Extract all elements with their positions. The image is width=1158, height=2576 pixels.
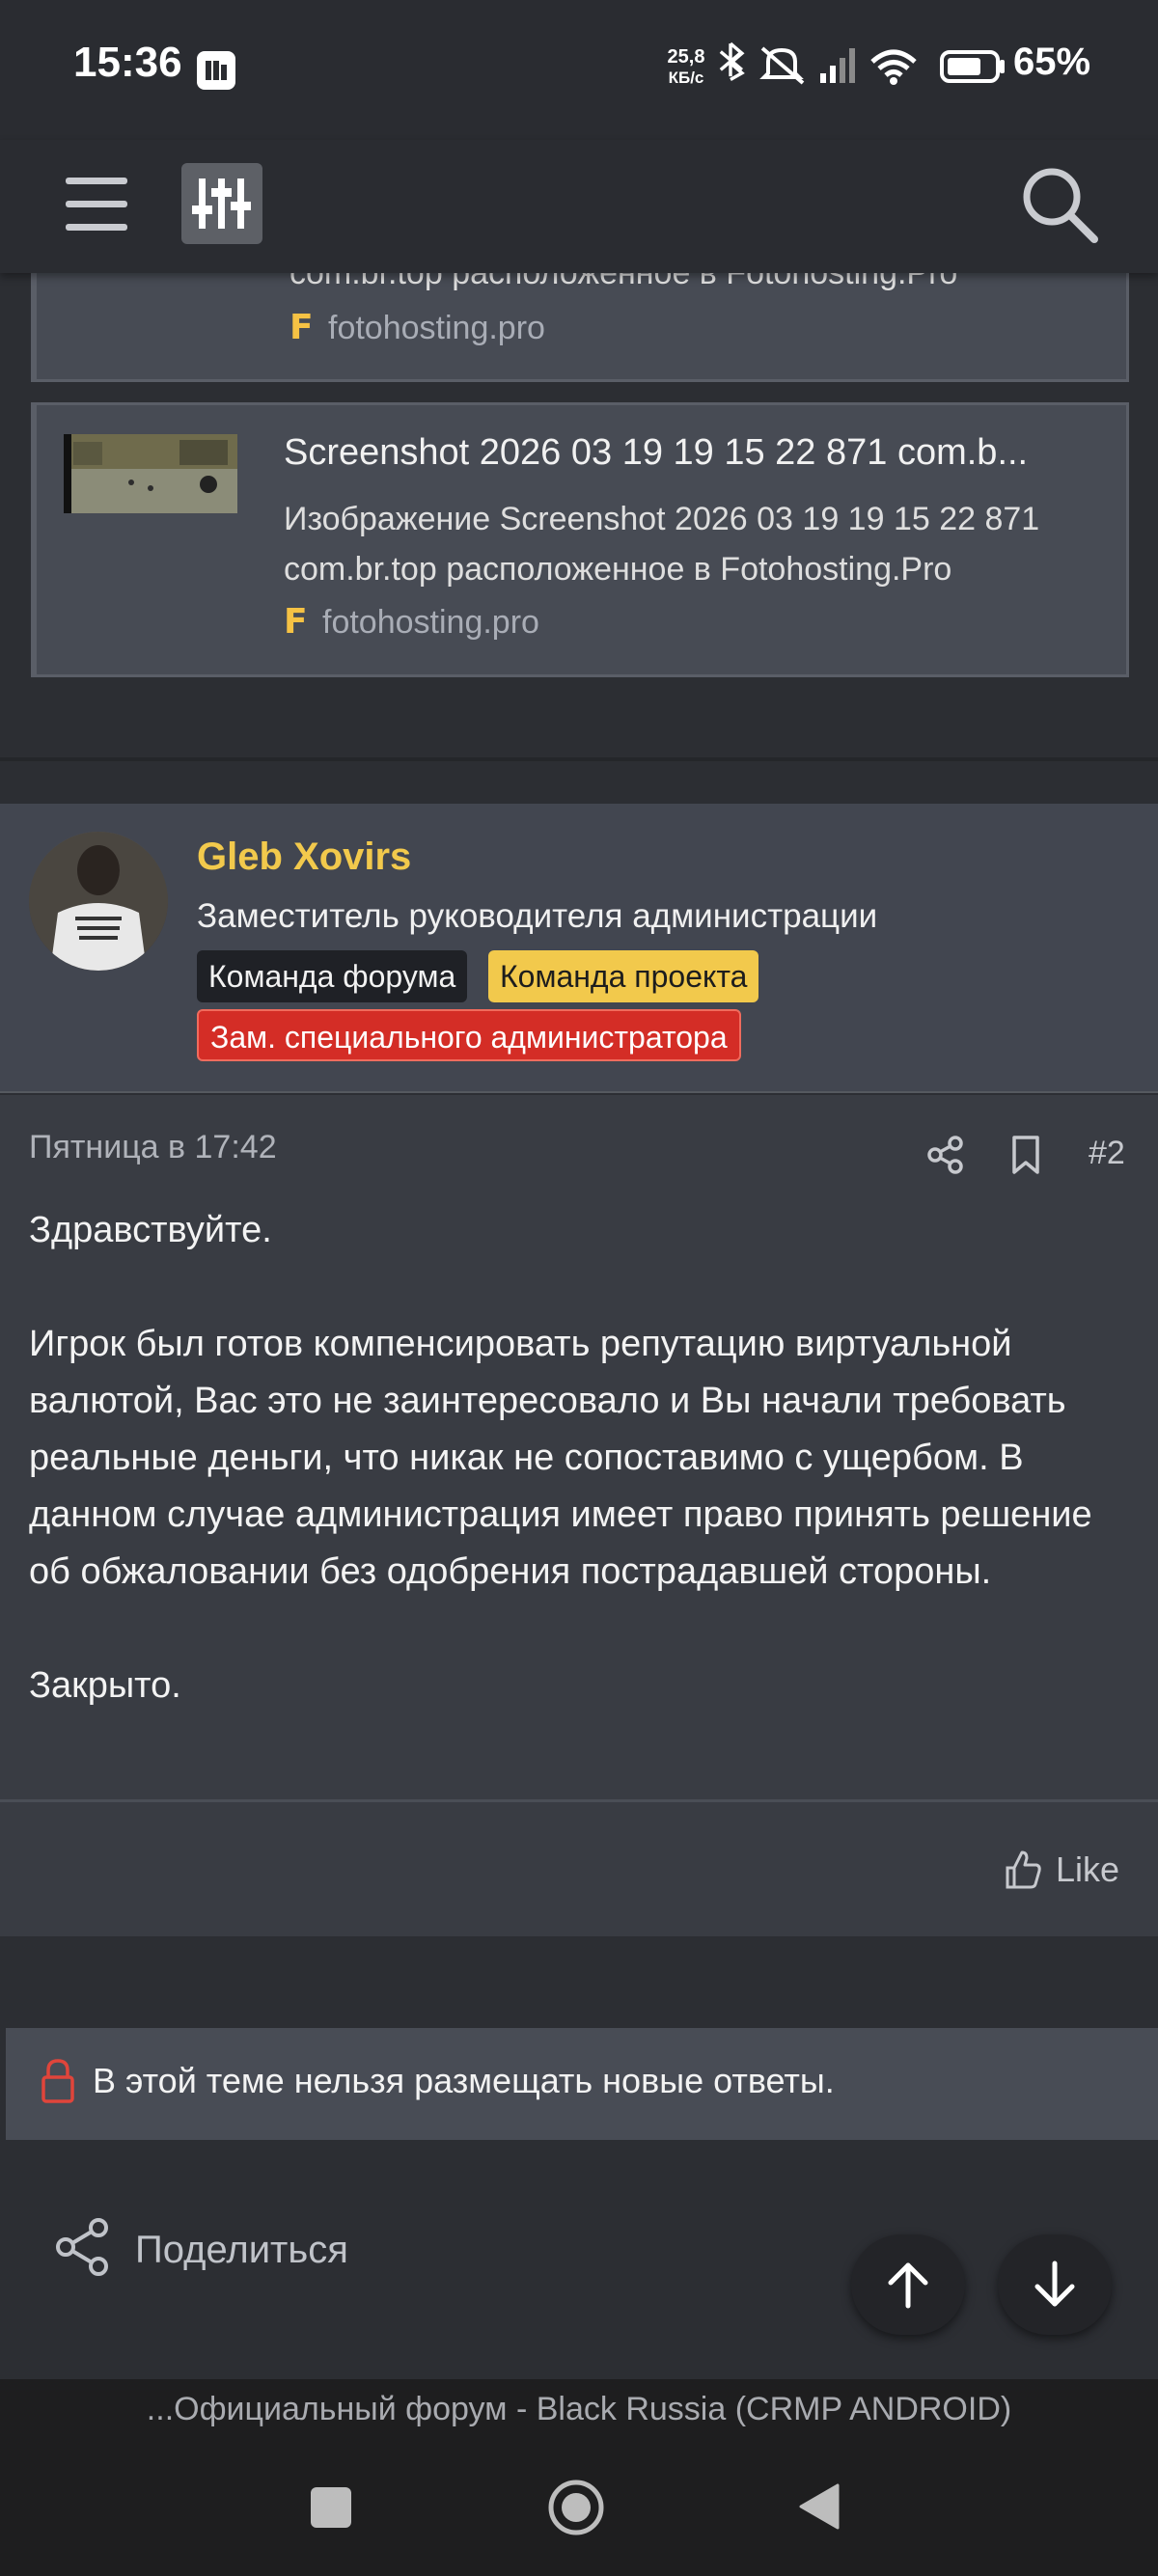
user-badge: Команда форума <box>197 950 468 1002</box>
lock-icon <box>41 2058 75 2104</box>
author-name[interactable]: Gleb Xovirs <box>197 836 411 879</box>
like-button[interactable]: Like <box>1004 1846 1119 1894</box>
bluetooth-icon <box>719 41 745 81</box>
avatar[interactable] <box>29 832 168 971</box>
scroll-to-bottom-button[interactable] <box>998 2234 1112 2335</box>
post-date[interactable]: Пятница в 17:42 <box>29 1129 277 1166</box>
bookmark-icon[interactable] <box>1009 1134 1042 1176</box>
status-time: 15:36 <box>73 39 182 86</box>
link-preview-domain: fotohosting.pro <box>322 604 539 641</box>
network-speed: 25,8 КБ/с <box>667 46 705 87</box>
back-triangle-icon <box>799 2483 840 2530</box>
post-paragraph: Закрыто. <box>29 1665 181 1706</box>
locked-notice-text: В этой теме нельзя размещать новые ответ… <box>93 2061 835 2100</box>
fotohosting-logo-icon: F <box>284 602 308 642</box>
battery-percent: 65% <box>1013 41 1091 83</box>
mute-icon <box>759 46 805 85</box>
thumbs-up-icon <box>1006 1850 1041 1889</box>
like-label: Like <box>1056 1850 1120 1889</box>
block-separator <box>0 1936 1158 2028</box>
link-preview-domain: fotohosting.pro <box>328 310 545 346</box>
forum-header <box>0 140 1158 273</box>
notification-app-icon <box>197 51 235 90</box>
screenshot-thumbnail[interactable] <box>64 434 237 513</box>
scroll-to-top-button[interactable] <box>851 2234 965 2335</box>
page-title: ...Официальный форум - Black Russia (CRM… <box>146 2391 1012 2427</box>
search-icon <box>1023 168 1098 243</box>
battery-icon <box>940 50 1005 83</box>
signal-icon <box>820 48 855 83</box>
share-icon[interactable] <box>926 1136 965 1174</box>
fotohosting-logo-icon: F <box>290 308 314 347</box>
filter-sliders-icon <box>192 178 251 229</box>
post-body: Здравствуйте. Игрок был готов компенсиро… <box>29 1202 1129 1714</box>
post-permalink[interactable]: #2 <box>1089 1135 1125 1172</box>
user-badge: Команда проекта <box>488 950 759 1002</box>
share-icon[interactable] <box>54 2217 112 2277</box>
search-button[interactable] <box>1017 162 1100 245</box>
link-preview-description: com.br.top расположенное в Fotohosting.P… <box>284 551 952 588</box>
status-icons <box>714 41 1013 89</box>
filter-button[interactable] <box>181 163 262 244</box>
post-paragraph: Здравствуйте. <box>29 1210 272 1250</box>
arrow-up-icon <box>888 2262 928 2309</box>
wifi-icon <box>870 49 917 85</box>
menu-button[interactable] <box>58 174 135 235</box>
arrow-down-icon <box>1034 2261 1075 2307</box>
post-actions-bar <box>0 1799 1158 1936</box>
link-preview-title[interactable]: Screenshot 2026 03 19 19 15 22 871 com.b… <box>284 432 1104 474</box>
user-badge: Зам. специального администратора <box>197 1009 741 1061</box>
post-paragraph: Игрок был готов компенсировать репутацию… <box>29 1324 1092 1592</box>
share-button[interactable]: Поделиться <box>135 2229 348 2272</box>
post-separator <box>0 757 1158 804</box>
home-circle-icon <box>548 2480 604 2535</box>
home-button[interactable] <box>546 2478 606 2537</box>
link-preview-description: Изображение Screenshot 2026 03 19 19 15 … <box>284 501 1040 537</box>
menu-icon <box>66 178 127 231</box>
back-button[interactable] <box>797 2481 841 2532</box>
recent-apps-button[interactable] <box>311 2487 351 2528</box>
author-title: Заместитель руководителя администрации <box>197 897 878 935</box>
